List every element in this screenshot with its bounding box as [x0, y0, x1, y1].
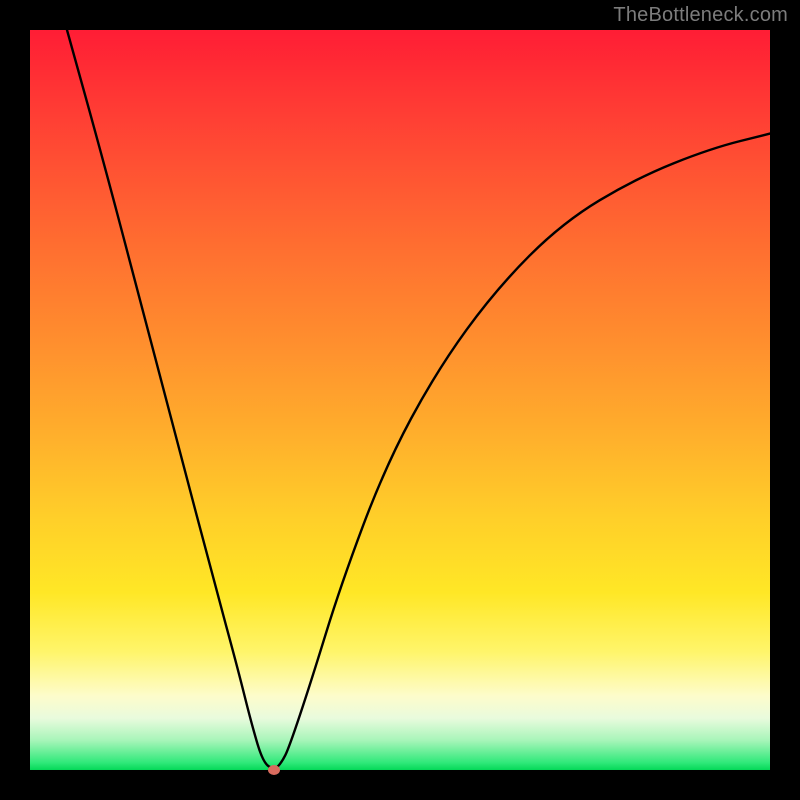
curve-svg	[30, 30, 770, 770]
optimum-marker	[268, 765, 280, 775]
watermark-text: TheBottleneck.com	[613, 4, 788, 27]
plot-area	[30, 30, 770, 770]
chart-frame: TheBottleneck.com	[0, 0, 800, 800]
bottleneck-curve	[67, 30, 770, 768]
